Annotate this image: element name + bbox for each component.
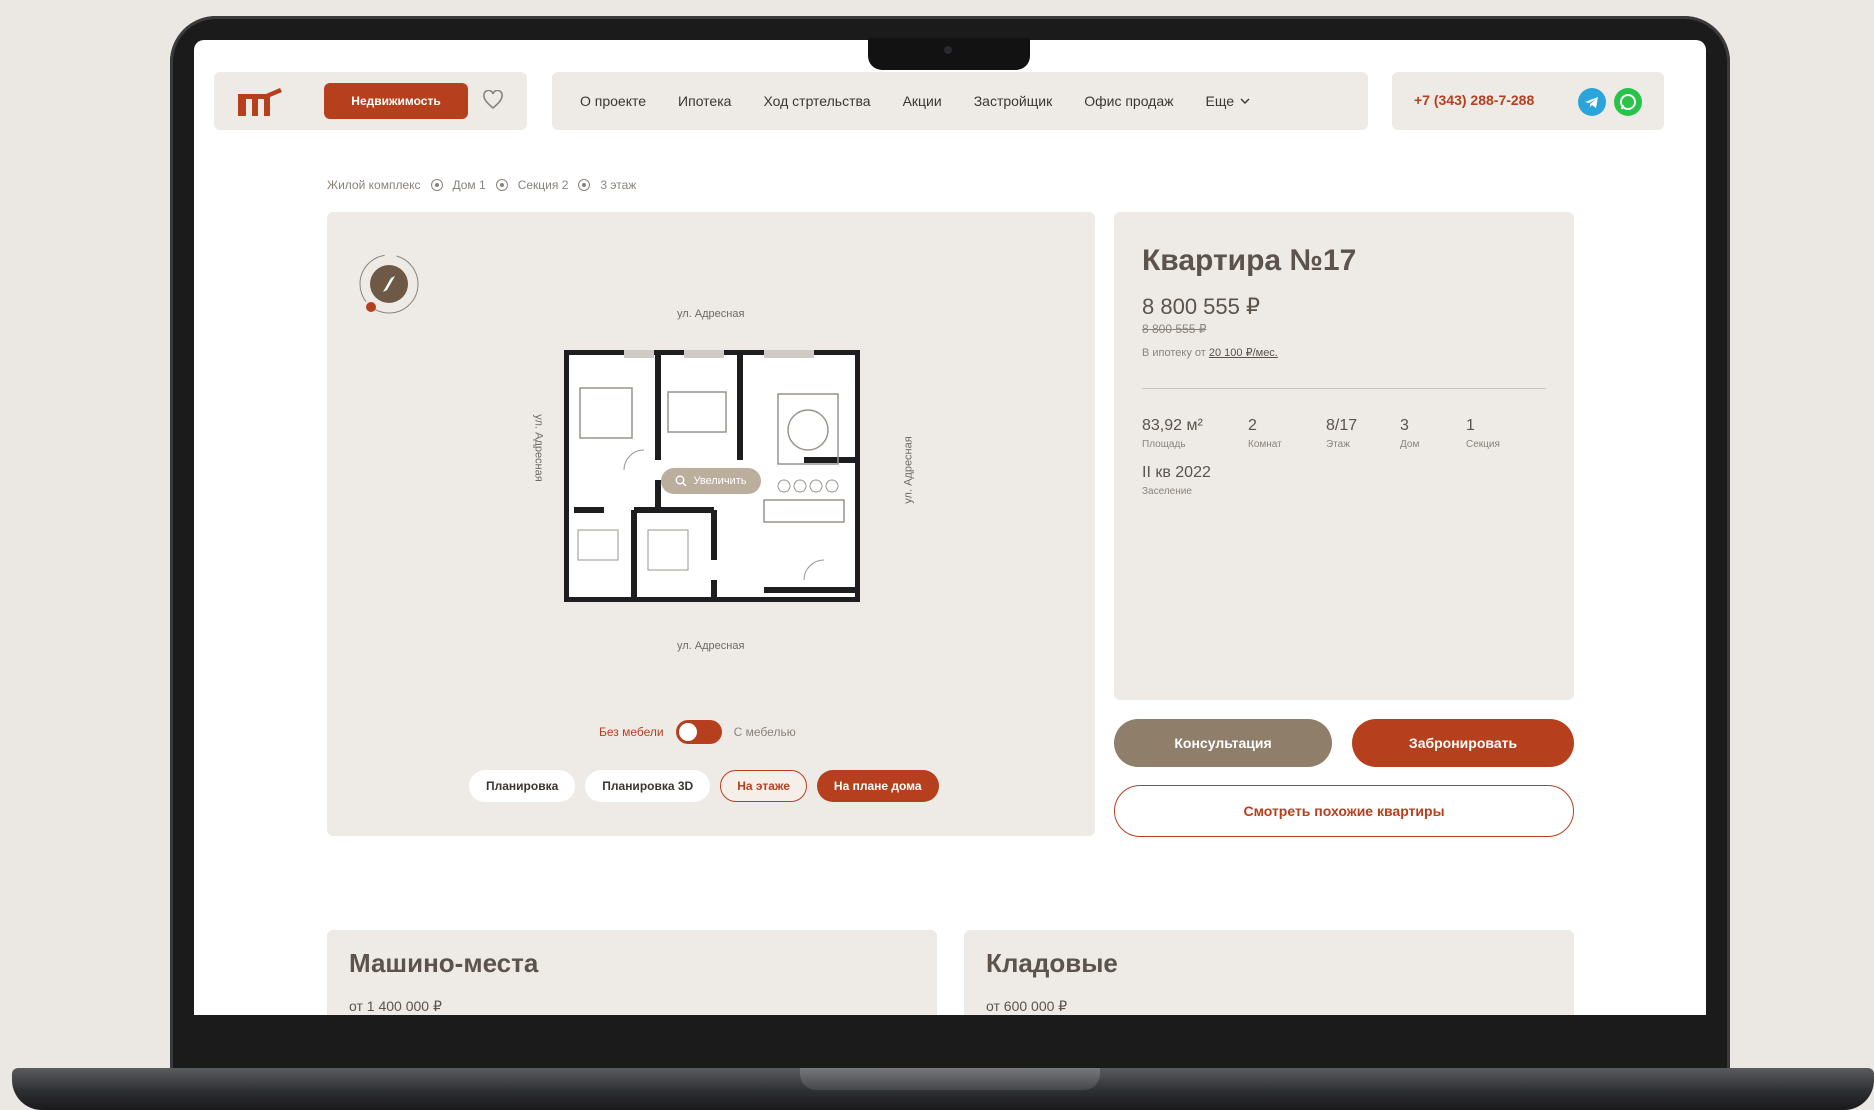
spec-area: 83,92 м² Площадь xyxy=(1142,417,1203,450)
breadcrumb-separator-icon xyxy=(578,179,591,191)
spec-value: 1 xyxy=(1466,417,1475,434)
card-title: Кладовые xyxy=(986,948,1118,978)
spec-label: Дом xyxy=(1400,439,1420,450)
breadcrumb: Жилой комплекс Дом 1 Секция 2 3 этаж xyxy=(327,178,636,192)
nav-mortgage[interactable]: Ипотека xyxy=(678,93,731,109)
book-button[interactable]: Забронировать xyxy=(1352,719,1574,767)
header-contacts: +7 (343) 288-7-288 xyxy=(1392,72,1664,130)
browser-screen: Недвижимость О проекте Ипотека Ход стрте… xyxy=(194,40,1706,1015)
nav-construction[interactable]: Ход стртельства xyxy=(763,93,870,109)
apartment-title: Квартира №17 xyxy=(1142,244,1357,277)
street-label-bottom: ул. Адресная xyxy=(677,640,745,652)
breadcrumb-complex[interactable]: Жилой комплекс xyxy=(327,178,421,192)
apartment-old-price: 8 800 555 ₽ xyxy=(1142,322,1207,336)
nav-more-label: Еще xyxy=(1205,93,1235,109)
spec-house: 3 Дом xyxy=(1400,417,1419,450)
nav-about[interactable]: О проекте xyxy=(580,93,646,109)
card-title: Машино-места xyxy=(349,948,539,978)
view-on-building-button[interactable]: На плане дома xyxy=(816,770,939,802)
view-on-floor-button[interactable]: На этаже xyxy=(720,770,807,802)
spec-label: Этаж xyxy=(1326,439,1350,450)
card-price: от 600 000 ₽ xyxy=(986,998,1068,1014)
street-label-top: ул. Адресная xyxy=(677,308,745,320)
breadcrumb-house[interactable]: Дом 1 xyxy=(453,178,486,192)
spec-label: Комнат xyxy=(1248,439,1282,450)
view-layout-3d-button[interactable]: Планировка 3D xyxy=(585,770,711,802)
laptop-hinge-notch xyxy=(800,1068,1100,1090)
view-switcher: Планировка Планировка 3D На этаже На пла… xyxy=(469,770,939,802)
view-layout-button[interactable]: Планировка xyxy=(469,770,576,802)
camera-notch xyxy=(868,38,1030,70)
main-nav: О проекте Ипотека Ход стртельства Акции … xyxy=(552,72,1368,130)
mortgage-link[interactable]: 20 100 ₽/мес. xyxy=(1209,347,1278,359)
magnifier-icon xyxy=(675,475,687,487)
nav-developer[interactable]: Застройщик xyxy=(974,93,1053,109)
parking-card[interactable]: Машино-места от 1 400 000 ₽ xyxy=(327,930,937,1015)
spec-floor: 8/17 Этаж xyxy=(1326,417,1357,450)
nav-sales-office[interactable]: Офис продаж xyxy=(1084,93,1173,109)
similar-apartments-button[interactable]: Смотреть похожие квартиры xyxy=(1114,785,1574,837)
furniture-toggle-row: Без мебели С мебелью xyxy=(599,720,796,744)
breadcrumb-separator-icon xyxy=(495,179,508,191)
spec-value: 8/17 xyxy=(1326,417,1358,434)
floorplan-panel: ул. Адресная ул. Адресная ул. Адресная у… xyxy=(327,212,1095,836)
action-buttons: Консультация Забронировать xyxy=(1114,719,1574,767)
spec-settlement: II кв 2022 Заселение xyxy=(1142,464,1211,497)
nav-promotions[interactable]: Акции xyxy=(903,93,942,109)
mortgage-info: В ипотеку от 20 100 ₽/мес. xyxy=(1142,346,1278,359)
spec-rooms: 2 Комнат xyxy=(1248,417,1282,450)
compass-icon xyxy=(359,254,419,314)
apartment-info-panel: Квартира №17 8 800 555 ₽ 8 800 555 ₽ В и… xyxy=(1114,212,1574,700)
street-label-left: ул. Адресная xyxy=(532,414,545,482)
spec-section: 1 Секция xyxy=(1466,417,1500,450)
whatsapp-icon[interactable] xyxy=(1614,88,1642,116)
toggle-label-without-furniture: Без мебели xyxy=(599,725,664,739)
nav-more[interactable]: Еще xyxy=(1206,93,1251,109)
spec-value: 3 xyxy=(1400,417,1409,434)
real-estate-button[interactable]: Недвижимость xyxy=(324,83,468,119)
favorite-heart-icon[interactable] xyxy=(482,90,504,110)
apartment-price: 8 800 555 ₽ xyxy=(1142,294,1260,319)
zoom-label: Увеличить xyxy=(693,475,747,487)
phone-link[interactable]: +7 (343) 288-7-288 xyxy=(1414,92,1534,108)
spec-value: 2 xyxy=(1248,417,1257,434)
spec-label: Заселение xyxy=(1142,486,1192,497)
telegram-icon[interactable] xyxy=(1578,88,1606,116)
card-price: от 1 400 000 ₽ xyxy=(349,998,442,1014)
zoom-button[interactable]: Увеличить xyxy=(661,468,761,494)
breadcrumb-section[interactable]: Секция 2 xyxy=(518,178,569,192)
spec-value: 83,92 м² xyxy=(1142,417,1203,434)
spec-value: II кв 2022 xyxy=(1142,464,1211,481)
spec-label: Площадь xyxy=(1142,439,1186,450)
street-label-right: ул. Адресная xyxy=(902,436,915,504)
divider xyxy=(1142,388,1546,389)
toggle-label-with-furniture: С мебелью xyxy=(733,725,796,739)
header-left: Недвижимость xyxy=(214,72,527,130)
breadcrumb-separator-icon xyxy=(430,179,443,191)
breadcrumb-floor: 3 этаж xyxy=(600,178,637,192)
storage-card[interactable]: Кладовые от 600 000 ₽ xyxy=(964,930,1574,1015)
consultation-button[interactable]: Консультация xyxy=(1114,719,1332,767)
furniture-switch[interactable] xyxy=(675,720,722,744)
chevron-down-icon xyxy=(1240,98,1250,104)
logo-icon[interactable] xyxy=(236,86,284,118)
mortgage-prefix: В ипотеку от xyxy=(1142,347,1206,359)
spec-label: Секция xyxy=(1466,439,1500,450)
